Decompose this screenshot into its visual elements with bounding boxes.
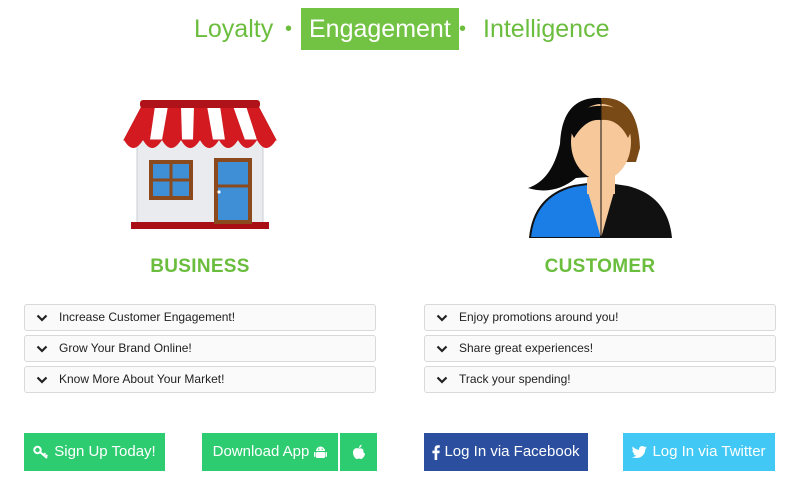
accordion-label: Share great experiences! [459,341,594,355]
accordion-label: Know More About Your Market! [59,372,225,386]
twitter-login-button[interactable]: Log In via Twitter [623,433,775,471]
accordion-item[interactable]: Know More About Your Market! [24,366,376,393]
android-icon [314,446,328,458]
customer-title: CUSTOMER [544,256,656,277]
chevron-down-icon [436,376,448,384]
accordion-item[interactable]: Increase Customer Engagement! [24,304,376,331]
store-icon [123,100,277,229]
business-title: BUSINESS [150,256,250,277]
key-icon [33,445,49,459]
tab-separator: • [459,18,467,40]
facebook-icon [432,444,441,460]
facebook-login-label: Log In via Facebook [444,443,580,460]
download-app-button[interactable]: Download App [202,433,338,471]
sign-up-button[interactable]: Sign Up Today! [24,433,165,471]
accordion-label: Increase Customer Engagement! [59,310,236,324]
accordion-label: Grow Your Brand Online! [59,341,192,355]
tab-loyalty[interactable]: Loyalty [194,8,273,50]
accordion-item[interactable]: Enjoy promotions around you! [424,304,776,331]
twitter-login-label: Log In via Twitter [652,443,766,460]
facebook-login-button[interactable]: Log In via Facebook [424,433,588,471]
tab-engagement[interactable]: Engagement [301,8,459,50]
chevron-down-icon [36,376,48,384]
person-icon [528,97,672,238]
accordion-item[interactable]: Track your spending! [424,366,776,393]
chevron-down-icon [436,314,448,322]
twitter-icon [632,446,648,459]
sign-up-label: Sign Up Today! [54,443,156,460]
accordion-item[interactable]: Share great experiences! [424,335,776,362]
tab-separator: • [285,18,293,40]
tab-intelligence[interactable]: Intelligence [483,8,609,50]
chevron-down-icon [36,314,48,322]
top-tabs: Loyalty • Engagement • Intelligence [0,8,800,50]
chevron-down-icon [36,345,48,353]
accordion-label: Track your spending! [459,372,571,386]
ios-download-button[interactable] [340,433,377,471]
download-app-label: Download App [212,443,310,460]
accordion-label: Enjoy promotions around you! [459,310,619,324]
chevron-down-icon [436,345,448,353]
accordion-item[interactable]: Grow Your Brand Online! [24,335,376,362]
apple-icon [352,444,365,460]
